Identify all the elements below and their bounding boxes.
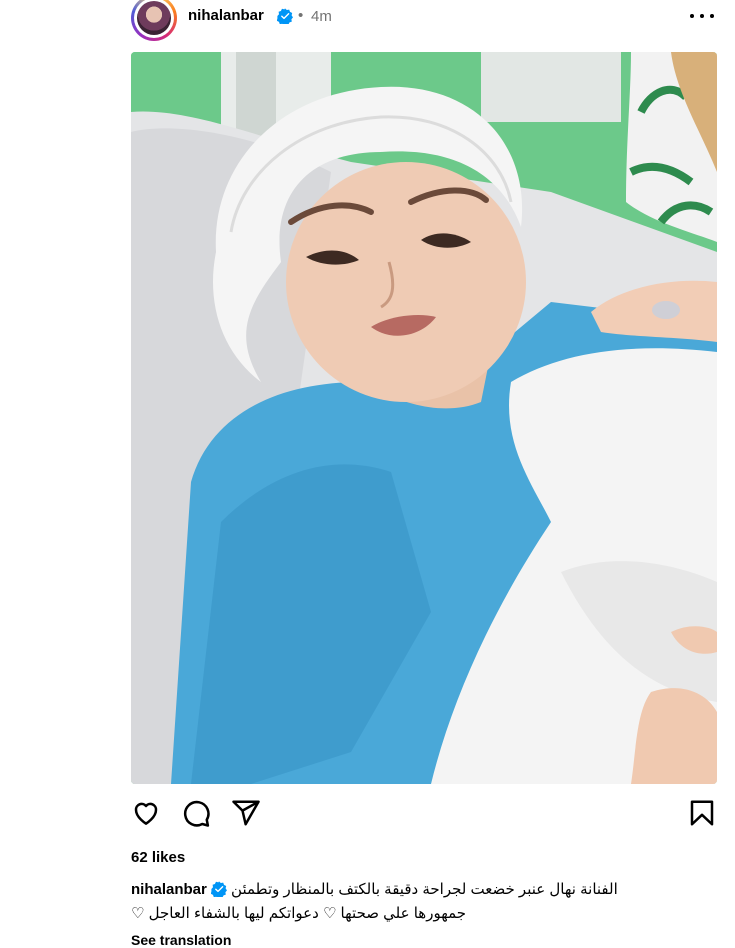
- separator-dot: •: [298, 7, 304, 24]
- caption-text-line-1: الفنانة نهال عنبر خضعت لجراحة دقيقة بالك…: [231, 881, 618, 898]
- action-bar: [131, 798, 717, 832]
- caption-username[interactable]: nihalanbar: [131, 881, 207, 898]
- bookmark-icon[interactable]: [687, 798, 717, 828]
- more-options-icon[interactable]: [690, 4, 714, 28]
- see-translation-link[interactable]: See translation: [131, 932, 231, 948]
- verified-badge-icon: [210, 881, 227, 897]
- username-link[interactable]: nihalanbar: [188, 7, 264, 24]
- avatar[interactable]: [131, 0, 177, 41]
- share-icon[interactable]: [231, 798, 261, 828]
- heart-icon[interactable]: [131, 798, 161, 828]
- post-header: nihalanbar • 4m: [131, 0, 718, 41]
- caption-text-line-2: جمهورها علي صحتها ♡ دعواتكم ليها بالشفاء…: [131, 905, 467, 922]
- post-photo-illustration: [131, 52, 717, 784]
- instagram-post: nihalanbar • 4m 62 likes nihalanbar الفن…: [0, 0, 735, 948]
- comment-icon[interactable]: [181, 798, 211, 828]
- verified-badge-icon: [277, 8, 293, 24]
- avatar-photo: [137, 1, 171, 35]
- post-image[interactable]: [131, 52, 717, 784]
- caption: nihalanbar الفنانة نهال عنبر خضعت لجراحة…: [131, 878, 717, 926]
- post-time[interactable]: 4m: [311, 8, 332, 25]
- likes-count[interactable]: 62 likes: [131, 849, 185, 866]
